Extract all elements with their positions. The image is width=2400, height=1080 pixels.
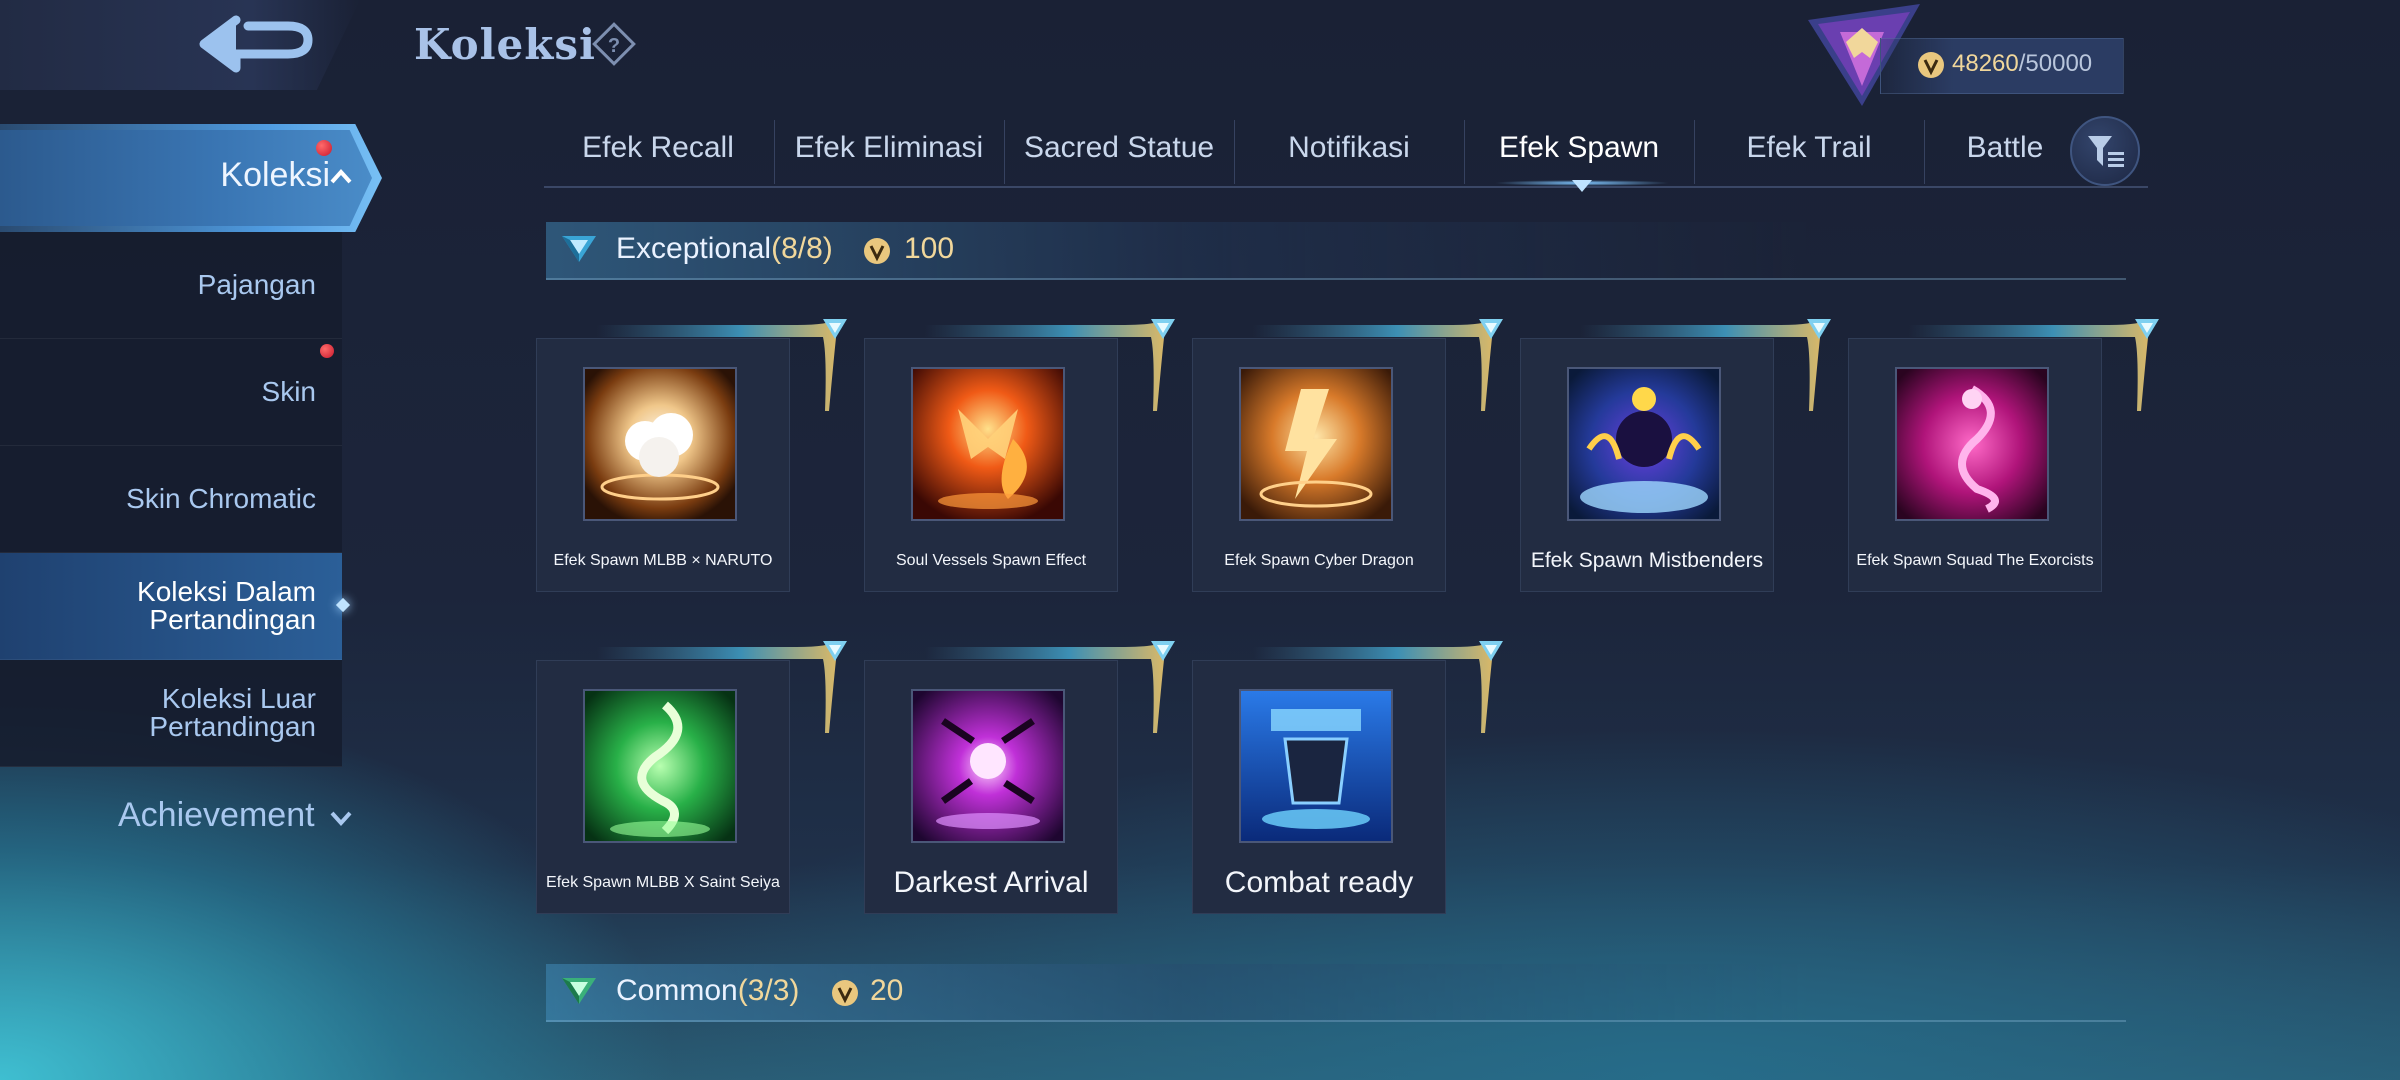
- tab-sacred-statue[interactable]: Sacred Statue: [1004, 120, 1233, 184]
- tab-efek-eliminasi[interactable]: Efek Eliminasi: [774, 120, 1003, 184]
- collector-score: 48260/50000: [1952, 50, 2092, 78]
- sidebar-item-skin-chromatic[interactable]: Skin Chromatic: [0, 446, 342, 553]
- effect-thumbnail: [1239, 689, 1393, 843]
- effect-label: Efek Spawn Cyber Dragon: [1224, 552, 1414, 569]
- tab-notifikasi[interactable]: Notifikasi: [1234, 120, 1463, 184]
- effect-thumbnail: [911, 689, 1065, 843]
- filter-button[interactable]: [2070, 116, 2140, 186]
- sidebar-item-koleksi-dalam-pertandingan[interactable]: Koleksi Dalam Pertandingan: [0, 553, 342, 660]
- effect-label: Combat ready: [1224, 866, 1414, 899]
- effect-label: Soul Vessels Spawn Effect: [895, 552, 1087, 569]
- effect-card[interactable]: Efek Spawn Mistbenders: [1520, 338, 1774, 592]
- effect-thumbnail: [1895, 367, 2049, 521]
- effect-label: Efek Spawn MLBB × NARUTO: [553, 552, 773, 569]
- sidebar-item-label: Pajangan: [197, 269, 316, 300]
- exceptional-tier-icon: [562, 236, 596, 262]
- sidebar-item-koleksi-luar-pertandingan[interactable]: Koleksi Luar Pertandingan: [0, 660, 342, 767]
- effect-label: Efek Spawn Squad The Exorcists: [1856, 552, 2094, 569]
- chevron-down-icon[interactable]: [330, 810, 352, 826]
- category-tabs: Efek Recall Efek Eliminasi Sacred Statue…: [544, 120, 2148, 188]
- sidebar-achievement[interactable]: Achievement: [118, 796, 315, 835]
- effect-card[interactable]: Efek Spawn MLBB X Saint Seiya: [536, 660, 790, 914]
- effect-label: Efek Spawn Mistbenders: [1530, 549, 1764, 572]
- effect-card[interactable]: Efek Spawn MLBB × NARUTO: [536, 338, 790, 592]
- tab-efek-spawn[interactable]: Efek Spawn: [1464, 120, 1693, 184]
- sidebar-koleksi-label: Koleksi: [220, 156, 330, 194]
- tab-battle[interactable]: Battle: [1924, 120, 2085, 184]
- section-count: (3/3): [737, 974, 800, 1007]
- reward-coin-icon: [864, 238, 890, 264]
- chevron-up-icon: [330, 169, 352, 184]
- effect-thumbnail: [583, 367, 737, 521]
- score-max: /50000: [2018, 50, 2093, 77]
- reward-coin-icon: [832, 980, 858, 1006]
- tab-efek-recall[interactable]: Efek Recall: [544, 120, 772, 184]
- effect-card[interactable]: Soul Vessels Spawn Effect: [864, 338, 1118, 592]
- section-reward: 100: [904, 232, 955, 265]
- collector-coin-icon: [1918, 52, 1944, 78]
- active-tab-marker-icon: [1572, 180, 1592, 192]
- common-tier-icon: [562, 978, 596, 1004]
- effect-card[interactable]: Combat ready: [1192, 660, 1446, 914]
- effect-thumbnail: [1567, 367, 1721, 521]
- effect-label: Efek Spawn MLBB X Saint Seiya: [546, 874, 780, 891]
- sidebar-item-label: Skin Chromatic: [126, 483, 316, 514]
- tab-efek-trail[interactable]: Efek Trail: [1694, 120, 1923, 184]
- back-arrow-icon[interactable]: [196, 14, 316, 78]
- section-common-header: Common(3/3) 20: [546, 964, 2126, 1022]
- section-title: Exceptional(8/8): [616, 232, 833, 265]
- notification-dot-koleksi: [316, 140, 332, 156]
- filter-icon: [2088, 136, 2124, 167]
- notification-dot-skin: [320, 344, 334, 358]
- section-exceptional-header: Exceptional(8/8) 100: [546, 222, 2126, 280]
- help-icon[interactable]: ?: [592, 22, 636, 66]
- section-title: Common(3/3): [616, 974, 800, 1007]
- sidebar-item-label: Koleksi Dalam Pertandingan: [137, 576, 316, 635]
- sidebar-item-label: Koleksi Luar Pertandingan: [149, 683, 316, 742]
- section-reward: 20: [870, 974, 904, 1007]
- score-current: 48260: [1952, 50, 2019, 77]
- effect-thumbnail: [583, 689, 737, 843]
- sidebar-item-pajangan[interactable]: Pajangan: [0, 232, 342, 339]
- effect-card[interactable]: Darkest Arrival: [864, 660, 1118, 914]
- effect-thumbnail: [911, 367, 1065, 521]
- effect-label: Darkest Arrival: [893, 866, 1089, 899]
- effect-thumbnail: [1239, 367, 1393, 521]
- effect-card[interactable]: Efek Spawn Cyber Dragon: [1192, 338, 1446, 592]
- sidebar-item-skin[interactable]: Skin: [0, 339, 342, 446]
- sidebar-item-label: Skin: [261, 376, 316, 407]
- section-count: (8/8): [771, 232, 833, 265]
- svg-text:?: ?: [608, 35, 620, 57]
- page-title: Koleksi: [414, 20, 596, 69]
- effect-card[interactable]: Efek Spawn Squad The Exorcists: [1848, 338, 2102, 592]
- sidebar-submenu: Pajangan Skin Skin Chromatic Koleksi Dal…: [0, 232, 342, 767]
